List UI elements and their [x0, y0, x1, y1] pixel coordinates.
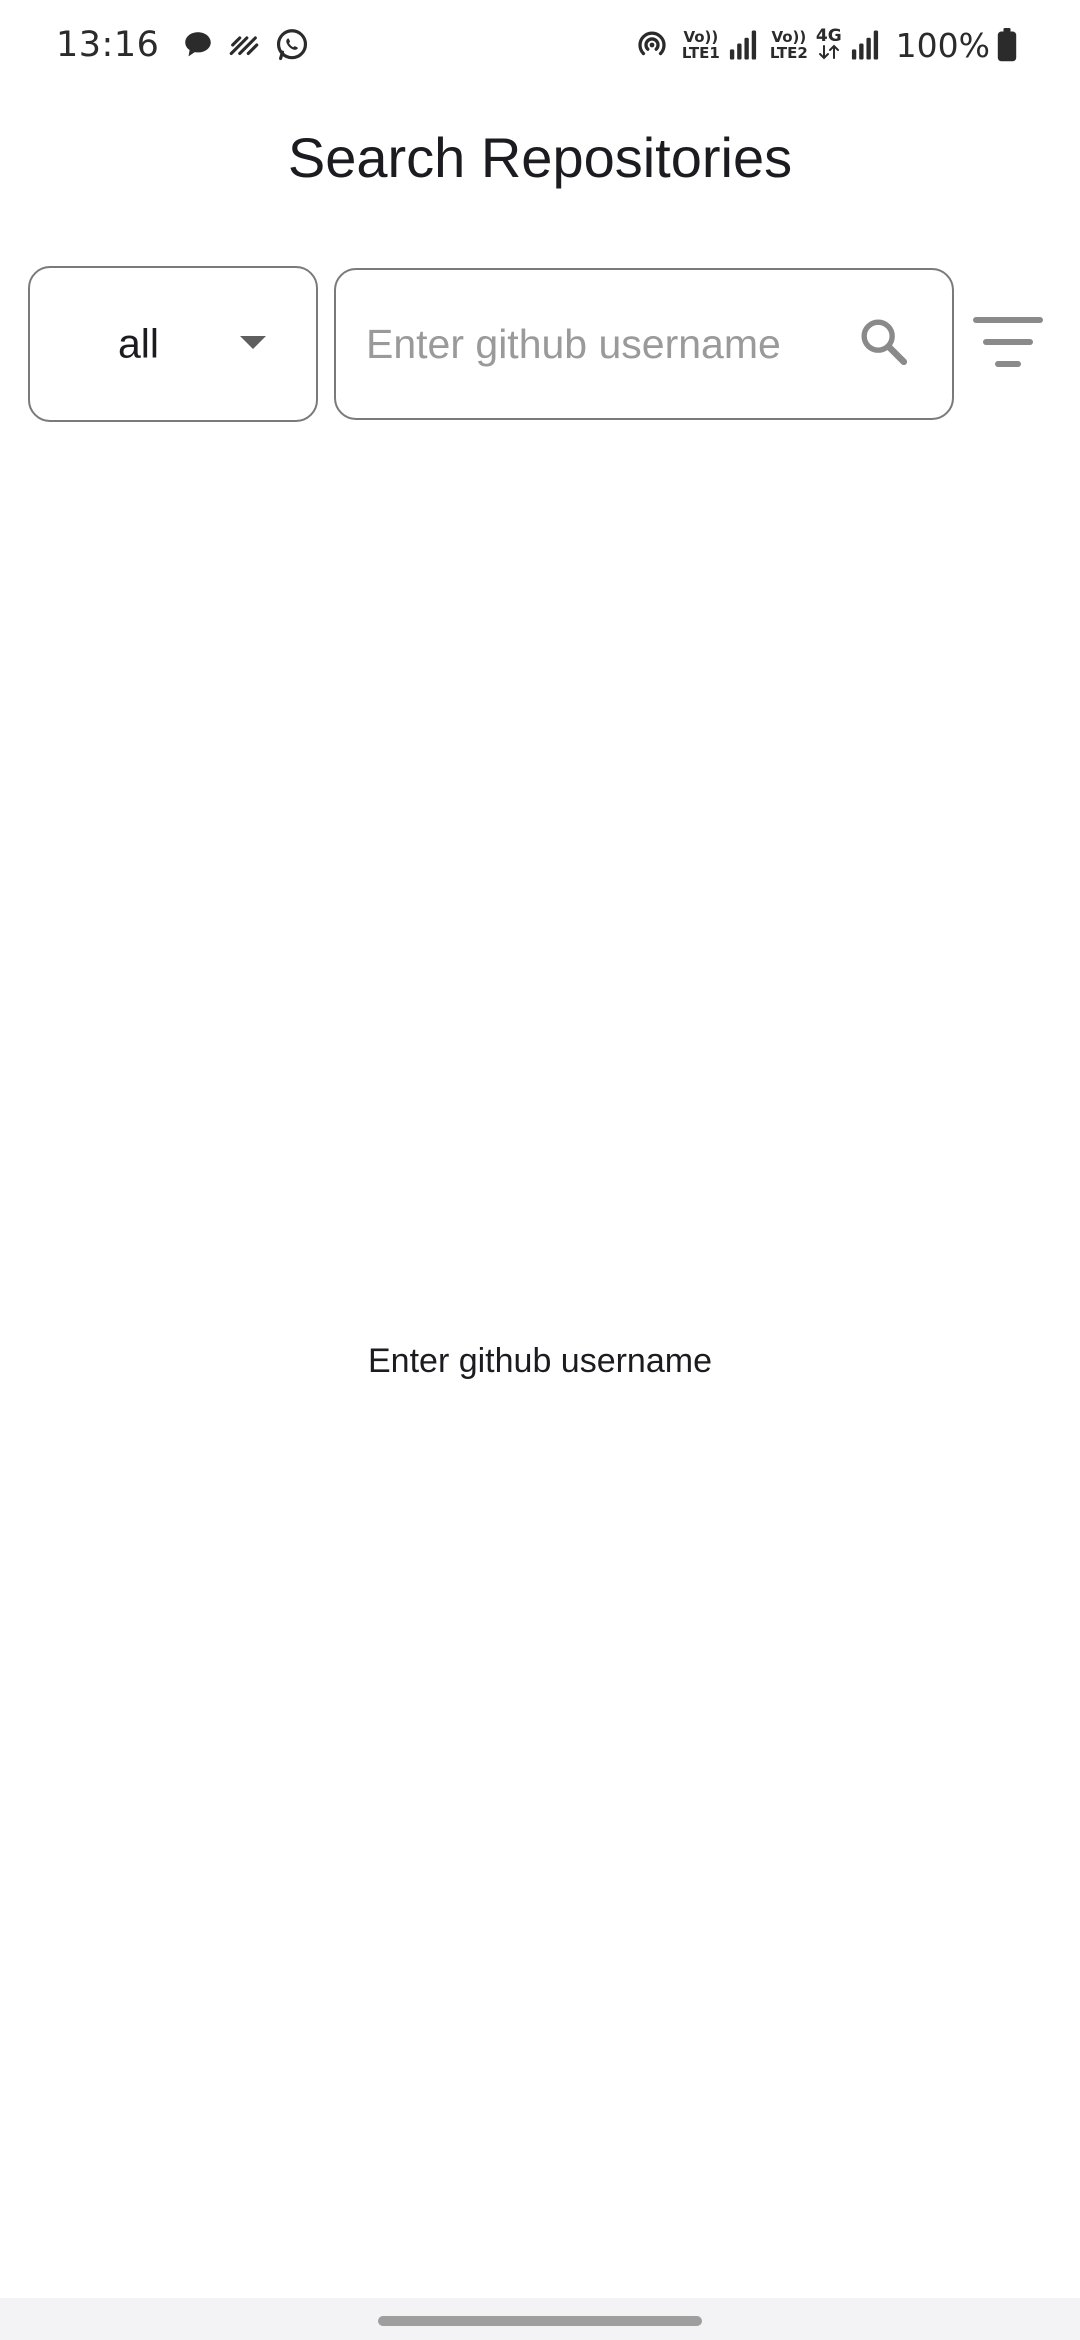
status-left: 13:16	[56, 25, 317, 65]
signal-icon	[728, 29, 758, 61]
username-search-input[interactable]	[366, 270, 836, 418]
net2-volte-label: Vo))	[771, 28, 807, 46]
status-bar: 13:16 Vo)) LTE1 Vo)) LTE2 4G 100%	[0, 0, 1080, 90]
home-gesture-handle[interactable]	[378, 2316, 702, 2326]
message-icon	[181, 28, 215, 62]
network-type-4g: 4G	[815, 25, 842, 63]
gesture-nav-bar	[0, 2298, 1080, 2340]
net1-volte-label: Vo))	[683, 28, 719, 46]
search-icon[interactable]	[856, 314, 912, 374]
search-field[interactable]	[334, 268, 954, 420]
status-right: Vo)) LTE1 Vo)) LTE2 4G 100%	[628, 26, 1024, 65]
repo-type-dropdown[interactable]: all	[28, 266, 318, 422]
diagonal-lines-icon	[227, 28, 261, 62]
net1-lte-label: LTE1	[681, 44, 720, 62]
filter-button[interactable]	[966, 306, 1050, 382]
empty-state-message: Enter github username	[368, 1342, 712, 1380]
page-title: Search Repositories	[287, 126, 793, 189]
battery-icon	[996, 28, 1018, 62]
dropdown-arrow-icon	[238, 334, 268, 356]
hotspot-icon	[634, 27, 670, 63]
network-label-lte1: Vo)) LTE1	[682, 29, 720, 61]
data-arrows-icon	[818, 44, 840, 63]
filter-icon	[972, 314, 1044, 374]
whatsapp-icon	[273, 26, 311, 64]
status-time: 13:16	[56, 25, 160, 65]
net2-lte-label: LTE2	[769, 44, 808, 62]
network-label-lte2: Vo)) LTE2	[770, 29, 808, 61]
net2-4g-label: 4G	[815, 25, 842, 46]
repo-type-selected-value: all	[118, 320, 160, 367]
battery-percent: 100%	[895, 25, 990, 65]
signal-icon	[850, 29, 880, 61]
